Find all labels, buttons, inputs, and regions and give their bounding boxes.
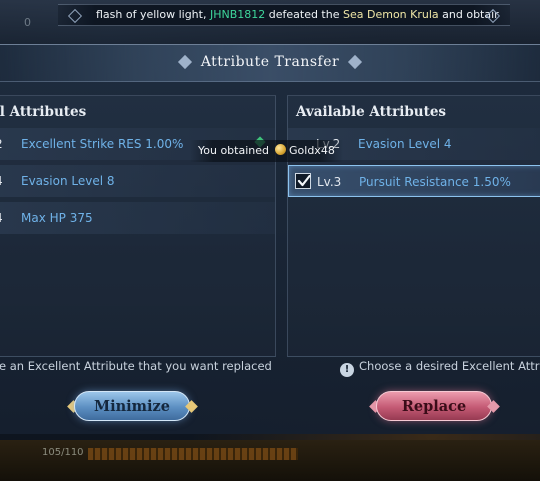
attribute-level: Lv.3 [317, 175, 342, 189]
attribute-level: 2 [0, 128, 3, 160]
hud-counter: 0 [24, 16, 31, 29]
experience-bar [88, 448, 298, 460]
original-attributes-header: al Attributes [0, 104, 87, 120]
notification-item: Goldx48 [289, 144, 335, 157]
attribute-text: Excellent Strike RES 1.00% [21, 137, 184, 151]
attribute-text: Max HP 375 [21, 211, 93, 225]
available-attributes-panel: Available Attributes Lv.2 Evasion Level … [287, 95, 540, 357]
checkmark-glyph [297, 174, 311, 187]
attribute-text: Pursuit Resistance 1.50% [359, 175, 511, 189]
original-attribute-row[interactable]: 4 Max HP 375 [0, 202, 275, 234]
original-attributes-panel: al Attributes 2 Excellent Strike RES 1.0… [0, 95, 276, 357]
available-attribute-row-selected[interactable]: Lv.3 Pursuit Resistance 1.50% [288, 165, 540, 197]
replace-button[interactable]: Replace [376, 391, 492, 421]
loot-notification: You obtained Goldx48 [190, 140, 343, 162]
attribute-transfer-dialog: Attribute Transfer al Attributes 2 Excel… [0, 44, 540, 434]
gold-coin-icon [275, 144, 287, 155]
experience-label: 105/110 [42, 447, 84, 458]
attribute-text: Evasion Level 8 [21, 174, 115, 188]
dialog-title: Attribute Transfer [200, 54, 340, 70]
minimize-button[interactable]: Minimize [74, 391, 190, 421]
checkmark-icon[interactable] [295, 173, 311, 189]
attribute-level: 4 [0, 202, 3, 234]
original-attribute-row[interactable]: 4 Evasion Level 8 [0, 165, 275, 197]
info-icon: ! [340, 363, 354, 377]
attribute-text: Evasion Level 4 [358, 137, 452, 151]
available-hint-text: Choose a desired Excellent Attribu [359, 359, 540, 373]
broadcast-monster-name: Sea Demon Krula [343, 8, 439, 21]
system-broadcast: flash of yellow light, JHNB1812 defeated… [58, 4, 510, 26]
attribute-level: 4 [0, 165, 3, 197]
available-hint: ! Choose a desired Excellent Attribu [340, 359, 540, 377]
dialog-title-bar: Attribute Transfer [0, 45, 540, 82]
available-attributes-header: Available Attributes [296, 104, 447, 120]
broadcast-text: flash of yellow light, [96, 8, 210, 21]
original-hint-text: ose an Excellent Attribute that you want… [0, 359, 272, 373]
diamond-ornament-icon [67, 8, 83, 24]
notification-prefix: You obtained [198, 144, 270, 157]
broadcast-player-name: JHNB1812 [209, 8, 266, 21]
broadcast-text: defeated the [265, 8, 343, 21]
